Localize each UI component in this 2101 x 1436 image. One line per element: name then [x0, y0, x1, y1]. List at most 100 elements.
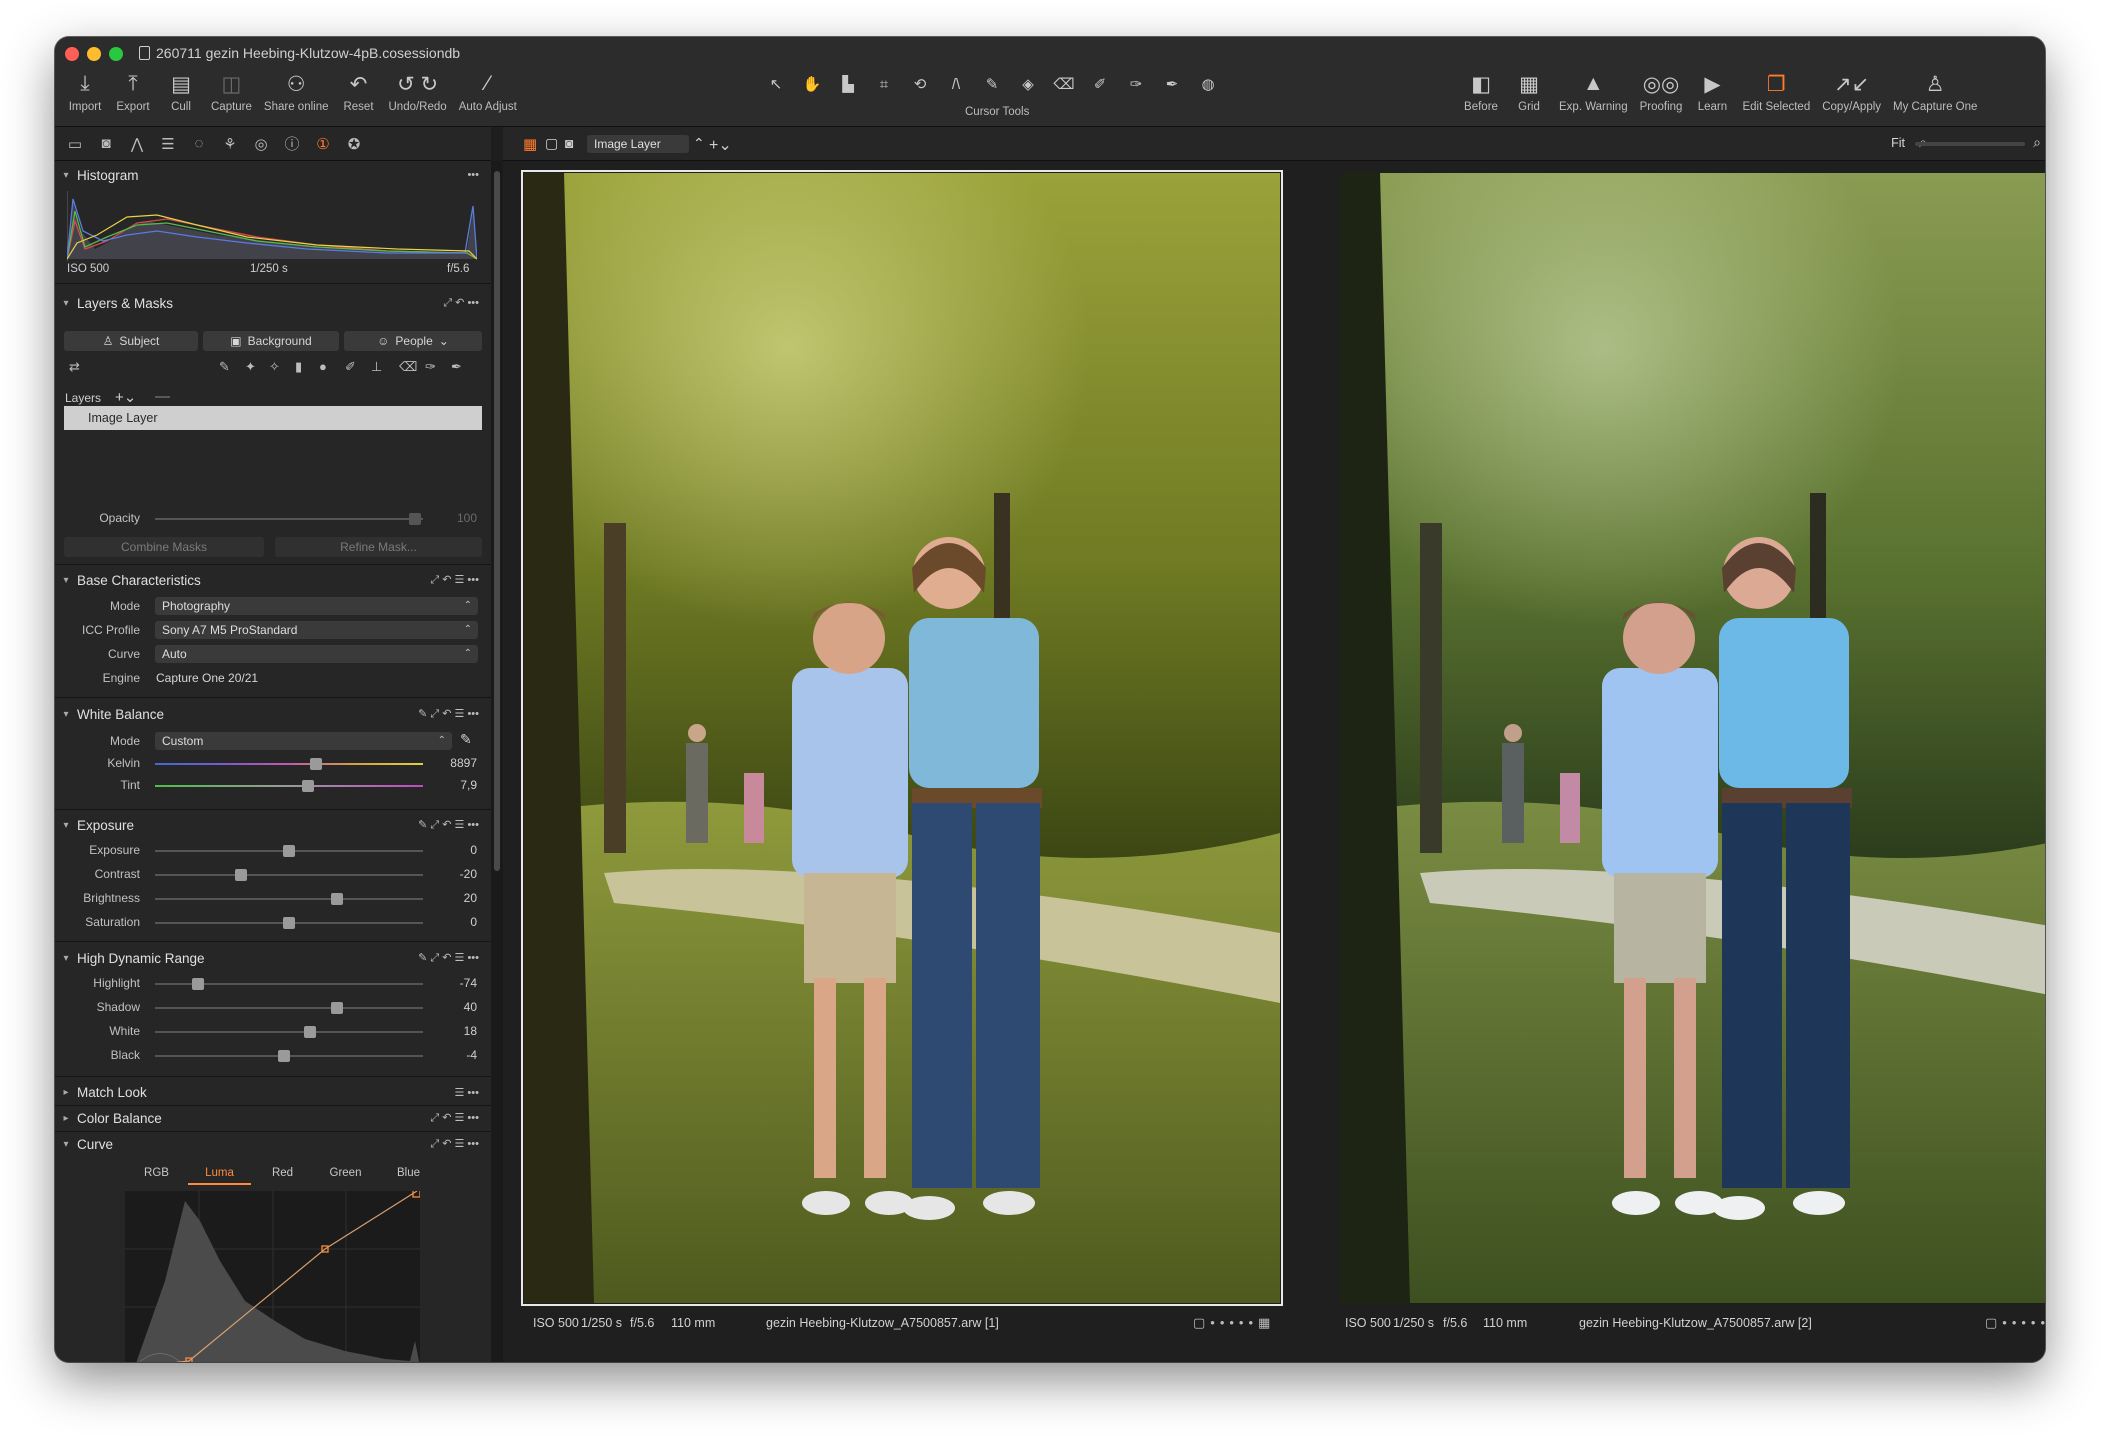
slider-value[interactable]: 40 [437, 1000, 477, 1014]
crop-cursor-icon[interactable]: ⌗ [868, 73, 900, 95]
curve-graph[interactable] [125, 1191, 420, 1362]
slider-knob[interactable] [309, 758, 322, 770]
library-tab-icon[interactable]: ▭ [63, 132, 87, 156]
brush-cursor-icon[interactable]: ✎ [976, 73, 1008, 95]
reset-button[interactable]: ↶ Reset [335, 69, 383, 114]
add-layer-icon[interactable]: +⌄ [709, 135, 732, 155]
slider-value[interactable]: -74 [437, 976, 477, 990]
slider-track[interactable] [155, 1050, 423, 1062]
slider-track[interactable] [155, 869, 423, 881]
capture-tab-icon[interactable]: ◙ [94, 132, 118, 156]
adjustments-tab-icon[interactable]: ✪ [342, 132, 366, 156]
slider-knob[interactable] [191, 978, 204, 990]
section-tools[interactable]: ✎ ⤢ ↶ ☰ ••• [418, 951, 479, 965]
details-tab-icon[interactable]: ◎ [249, 132, 273, 156]
viewer-layer-select[interactable]: Image Layer [587, 135, 689, 153]
base-characteristics-header[interactable]: ▾ Base Characteristics ⤢ ↶ ☰ ••• [55, 568, 491, 592]
import-button[interactable]: ⤓ Import [61, 69, 109, 113]
zoom-fit-label[interactable]: Fit [1891, 136, 1905, 150]
match-look-header[interactable]: ▸ Match Look ☰ ••• [55, 1080, 491, 1104]
slider-knob[interactable] [301, 780, 314, 792]
photo-variant-2[interactable] [1340, 173, 2045, 1303]
gradient-cursor-icon[interactable]: ◈ [1012, 73, 1044, 95]
hdr-header[interactable]: ▾ High Dynamic Range ✎ ⤢ ↶ ☰ ••• [55, 946, 491, 970]
subject-mask-button[interactable]: ♙ Subject [64, 331, 198, 351]
tools-scrollbar[interactable] [491, 161, 503, 1362]
before-button[interactable]: ◧ Before [1457, 69, 1505, 114]
undo-redo-button[interactable]: ↺ ↻ Undo/Redo [383, 69, 453, 114]
opacity-knob[interactable] [408, 513, 421, 525]
cull-button[interactable]: ▤ Cull [157, 69, 205, 114]
add-layer-icon[interactable]: +⌄ [115, 388, 136, 406]
loupe-view-icon[interactable]: ◙ [565, 135, 573, 151]
slider-value[interactable]: 7,9 [437, 778, 477, 792]
heal-icon[interactable]: ✐ [345, 359, 356, 375]
section-tools[interactable]: ✎ ⤢ ↶ ☰ ••• [418, 818, 479, 832]
slider-value[interactable]: 0 [437, 915, 477, 929]
opacity-slider[interactable] [155, 513, 423, 525]
section-tools[interactable]: ⤢ ↶ ☰ ••• [430, 1137, 479, 1151]
slider-track[interactable] [155, 893, 423, 905]
keystone-cursor-icon[interactable]: /\ [940, 73, 972, 95]
export-button[interactable]: ⤒ Export [109, 69, 157, 113]
styles-tab-icon[interactable]: ⚘ [218, 132, 242, 156]
slider-knob[interactable] [283, 917, 295, 929]
scroll-thumb[interactable] [494, 171, 500, 871]
slider-value[interactable]: -20 [437, 867, 477, 881]
color-picker-cursor-icon[interactable]: ✐ [1084, 73, 1116, 95]
photo-variant-1[interactable] [521, 170, 1283, 1306]
eyedropper-icon[interactable]: ✎ [460, 731, 472, 748]
slider-knob[interactable] [277, 1050, 290, 1062]
annotate-cursor-icon[interactable]: ◍ [1192, 73, 1224, 95]
zoom-slider[interactable] [1915, 142, 2025, 146]
single-view-icon[interactable]: ▢ [545, 135, 558, 152]
close-window-button[interactable] [65, 47, 79, 61]
linear-gradient-icon[interactable]: ▮ [295, 359, 302, 375]
slider-knob[interactable] [331, 1002, 344, 1014]
slider-knob[interactable] [331, 893, 344, 905]
slider-value[interactable]: 20 [437, 891, 477, 905]
icc-profile-select[interactable]: Sony A7 M5 ProStandard [155, 621, 478, 639]
swap-icon[interactable]: ⇄ [69, 359, 80, 375]
grid-button[interactable]: ▦ Grid [1505, 69, 1553, 114]
zoom-in-icon[interactable]: ⌕ [2033, 134, 2041, 151]
refine-mask-button[interactable]: Refine Mask... [275, 537, 482, 557]
curve-tab-luma[interactable]: Luma [188, 1167, 251, 1185]
curve-tab-blue[interactable]: Blue [377, 1167, 440, 1185]
curve-select[interactable]: Auto [155, 645, 478, 663]
section-tools[interactable]: ⤢ ↶ ••• [443, 296, 479, 310]
left-rating-dots[interactable]: ▢•••••▦ [1193, 1315, 1275, 1331]
slider-track[interactable] [155, 845, 423, 857]
wb-mode-select[interactable]: Custom [155, 732, 452, 750]
clone-icon[interactable]: ⊥ [371, 359, 382, 375]
people-mask-button[interactable]: ☺ People ⌄ [344, 331, 482, 351]
layer-row[interactable]: Image Layer [64, 406, 482, 430]
lens-tab-icon[interactable]: ⋀ [125, 132, 149, 156]
pan-cursor-icon[interactable]: ✋ [796, 73, 828, 95]
slider-value[interactable]: -4 [437, 1048, 477, 1062]
eraser-cursor-icon[interactable]: ⌫ [1048, 73, 1080, 95]
erase-icon[interactable]: ⌫ [399, 359, 417, 375]
heal-cursor-icon[interactable]: ✑ [1120, 73, 1152, 95]
slider-knob[interactable] [283, 845, 295, 857]
slider-knob[interactable] [304, 1026, 317, 1038]
histogram-header[interactable]: ▾ Histogram ••• [55, 163, 491, 187]
remove-layer-icon[interactable]: — [155, 388, 170, 405]
color-balance-header[interactable]: ▸ Color Balance ⤢ ↶ ☰ ••• [55, 1106, 491, 1130]
my-capture-one-button[interactable]: ♙ My Capture One [1887, 69, 1983, 114]
quick-tab-icon[interactable]: ① [311, 132, 335, 156]
slider-track[interactable] [155, 1026, 423, 1038]
combine-masks-button[interactable]: Combine Masks [64, 537, 264, 557]
magic-brush-icon[interactable]: ✦ [245, 359, 256, 375]
curve-tab-red[interactable]: Red [251, 1167, 314, 1185]
select-cursor-icon[interactable]: ↖ [760, 73, 792, 95]
layers-masks-header[interactable]: ▾ Layers & Masks ⤢ ↶ ••• [55, 291, 491, 315]
white-balance-header[interactable]: ▾ White Balance ✎ ⤢ ↶ ☰ ••• [55, 702, 491, 726]
copy-apply-button[interactable]: ↗↙ Copy/Apply [1816, 69, 1887, 114]
zoom-window-button[interactable] [109, 47, 123, 61]
exposure-warning-button[interactable]: ▲ Exp. Warning [1553, 69, 1634, 113]
slider-value[interactable]: 8897 [437, 756, 477, 770]
section-tools[interactable]: ⤢ ↶ ☰ ••• [430, 1111, 479, 1125]
opacity-value[interactable]: 100 [437, 511, 477, 525]
slider-track[interactable] [155, 780, 423, 792]
